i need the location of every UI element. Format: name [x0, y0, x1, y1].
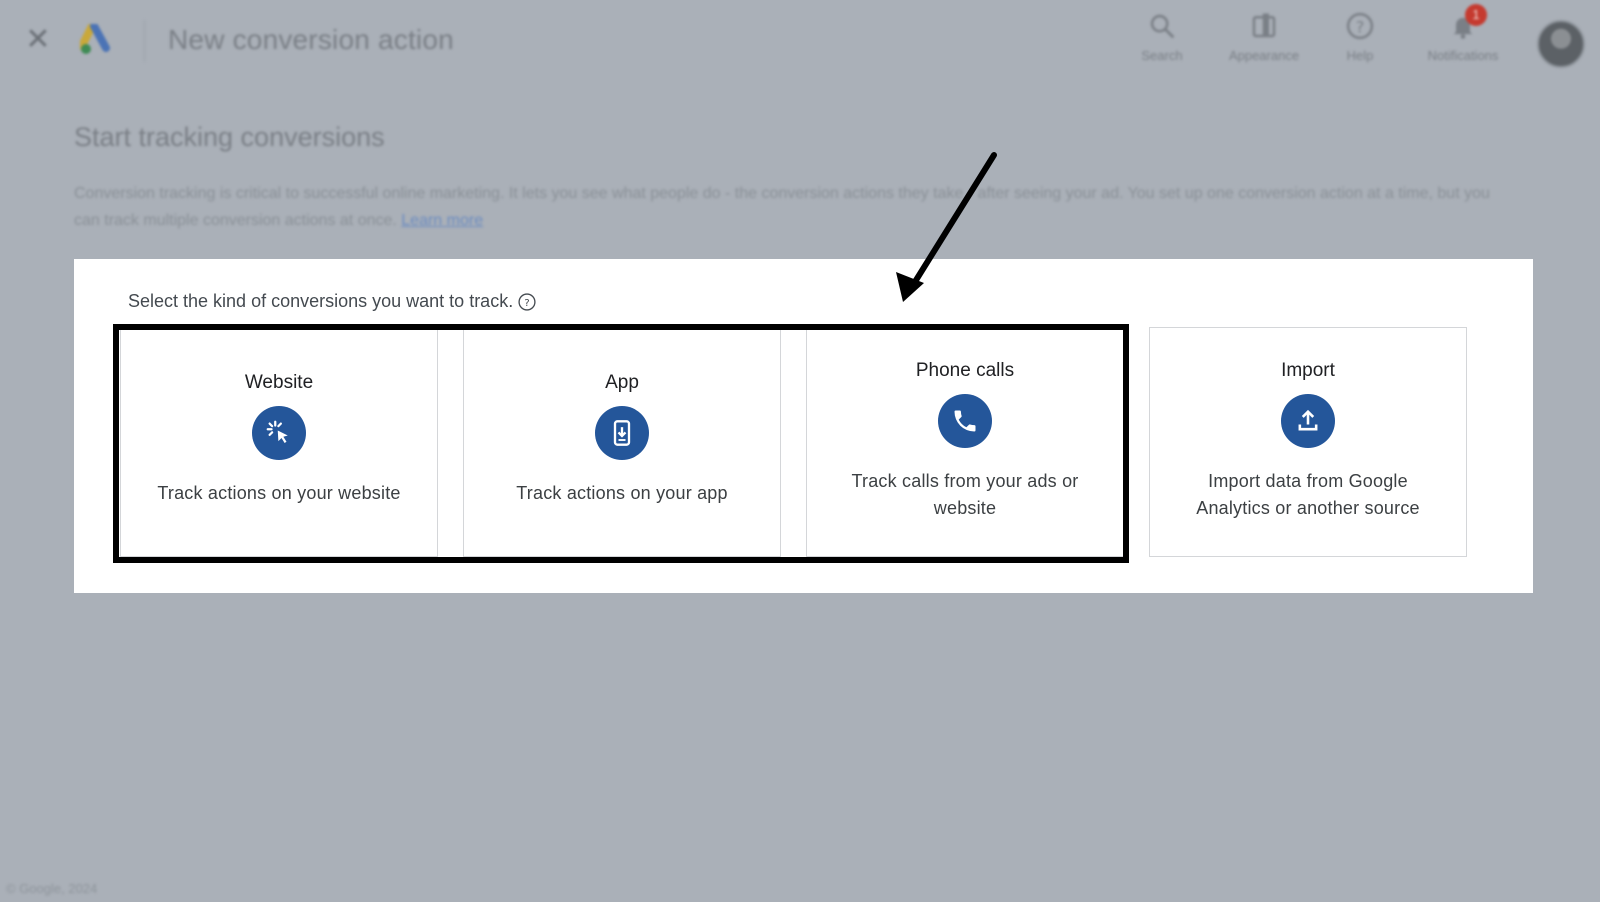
- section-heading: Start tracking conversions: [74, 122, 385, 152]
- help-circle-icon[interactable]: ?: [517, 292, 537, 312]
- notifications-label: Notifications: [1427, 48, 1499, 63]
- notification-badge: 1: [1465, 4, 1487, 26]
- app-header: ✕ New conversion action Search Appearanc…: [0, 0, 1600, 84]
- card-title: Import: [1281, 360, 1335, 381]
- phone-download-icon: [595, 406, 649, 460]
- copyright-footer: © Google, 2024: [6, 881, 98, 896]
- page-title: New conversion action: [168, 24, 454, 55]
- avatar[interactable]: [1537, 20, 1585, 68]
- conversion-type-panel: Select the kind of conversions you want …: [74, 259, 1533, 593]
- card-description: Track actions on your website: [157, 483, 401, 503]
- help-icon: ?: [1346, 12, 1374, 40]
- appearance-button[interactable]: Appearance: [1214, 6, 1314, 63]
- card-description: Track actions on your app: [516, 483, 728, 503]
- svg-text:?: ?: [1356, 17, 1365, 36]
- notifications-button[interactable]: 1 Notifications: [1408, 4, 1518, 63]
- app-card[interactable]: App Track actions on your app: [463, 327, 781, 557]
- card-title: Website: [244, 372, 314, 393]
- search-label: Search: [1141, 48, 1183, 63]
- appearance-label: Appearance: [1228, 48, 1300, 63]
- website-card[interactable]: Website Track actions on your website: [120, 327, 438, 557]
- phone-calls-card[interactable]: Phone calls Track calls from your ads or…: [806, 327, 1124, 557]
- upload-icon: [1281, 394, 1335, 448]
- intro-body: Conversion tracking is critical to succe…: [74, 185, 1490, 229]
- google-ads-logo: [80, 24, 110, 54]
- prompt-text: Select the kind of conversions you want …: [128, 291, 514, 311]
- search-icon: [1150, 14, 1174, 38]
- phone-call-icon: [938, 394, 992, 448]
- search-button[interactable]: Search: [1112, 6, 1212, 63]
- card-title: App: [605, 372, 639, 393]
- appearance-icon: [1252, 13, 1276, 38]
- cursor-click-icon: [252, 406, 306, 460]
- close-icon[interactable]: ✕: [24, 25, 52, 55]
- card-description: Track calls from your ads or website: [851, 471, 1079, 518]
- import-card[interactable]: Import Import data from Google Analytics…: [1149, 327, 1467, 557]
- header-divider: [144, 20, 145, 62]
- conversion-prompt: Select the kind of conversions you want …: [128, 291, 537, 312]
- svg-text:?: ?: [525, 297, 530, 308]
- card-title: Phone calls: [915, 360, 1015, 381]
- help-label: Help: [1346, 48, 1374, 63]
- intro-text: Conversion tracking is critical to succe…: [74, 180, 1494, 234]
- card-description: Import data from Google Analytics or ano…: [1196, 471, 1420, 518]
- help-button[interactable]: ? Help: [1310, 6, 1410, 63]
- learn-more-link[interactable]: Learn more: [401, 212, 483, 229]
